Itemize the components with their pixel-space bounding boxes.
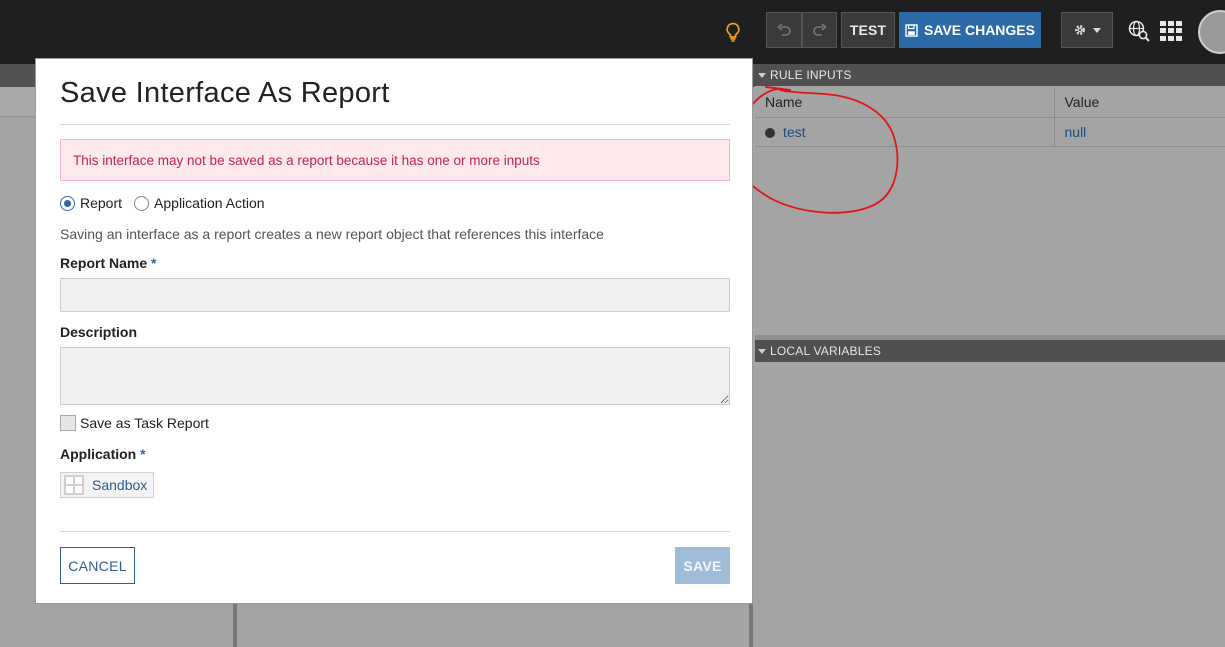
dialog-title: Save Interface As Report (60, 77, 390, 109)
report-radio-label[interactable]: Report (80, 195, 122, 211)
save-changes-button[interactable]: SAVE CHANGES (899, 12, 1041, 48)
description-label: Description (60, 324, 138, 340)
local-variables-title: LOCAL VARIABLES (770, 344, 882, 358)
caret-down-icon (1093, 27, 1101, 33)
column-header-value: Value (1053, 88, 1225, 118)
user-avatar[interactable] (1198, 10, 1225, 54)
report-name-label: Report Name * (60, 255, 157, 271)
application-action-radio[interactable] (134, 195, 150, 211)
globe-search-icon[interactable] (1128, 20, 1150, 42)
local-variables-header[interactable]: LOCAL VARIABLES (755, 340, 1225, 362)
undo-icon (777, 23, 791, 36)
cancel-button[interactable]: CANCEL (60, 547, 135, 584)
save-type-radio-group: Report Application Action (60, 195, 277, 211)
pane-divider[interactable] (749, 600, 753, 647)
help-text: Saving an interface as a report creates … (60, 226, 604, 242)
lightbulb-icon[interactable] (724, 22, 742, 42)
task-report-checkbox[interactable] (60, 415, 76, 431)
pane-divider[interactable] (233, 600, 237, 647)
rule-inputs-header[interactable]: RULE INPUTS (755, 64, 1225, 86)
divider (60, 531, 730, 532)
task-report-label[interactable]: Save as Task Report (80, 415, 209, 431)
input-bullet-icon (765, 127, 775, 138)
error-alert: This interface may not be saved as a rep… (60, 139, 730, 181)
test-button-label: TEST (849, 22, 887, 38)
save-changes-label: SAVE CHANGES (924, 22, 1035, 38)
required-marker: * (151, 255, 157, 271)
save-button[interactable]: SAVE (675, 547, 730, 584)
description-textarea[interactable] (60, 347, 730, 405)
redo-button[interactable] (802, 12, 837, 48)
rule-input-value[interactable]: null (1065, 124, 1087, 140)
top-toolbar: TEST SAVE CHANGES (0, 0, 1225, 64)
test-button[interactable]: TEST (841, 12, 895, 48)
report-radio[interactable] (60, 195, 75, 211)
application-name[interactable]: Sandbox (92, 477, 147, 493)
divider (60, 124, 730, 125)
application-chip[interactable]: Sandbox (60, 472, 155, 498)
report-name-input[interactable] (60, 278, 730, 312)
application-icon (64, 475, 84, 495)
rule-inputs-table: Name Value test null (755, 88, 1225, 147)
collapse-triangle-icon (758, 72, 766, 78)
rule-inputs-title: RULE INPUTS (770, 68, 852, 82)
collapse-triangle-icon (758, 348, 766, 354)
task-report-checkbox-row[interactable]: Save as Task Report (60, 415, 209, 431)
error-message: This interface may not be saved as a rep… (73, 152, 540, 168)
app-launcher-grid-icon[interactable] (1160, 21, 1184, 41)
undo-button[interactable] (766, 12, 802, 48)
application-label: Application * (60, 446, 146, 462)
redo-icon (812, 23, 827, 36)
table-row[interactable]: test null (755, 117, 1225, 147)
required-marker: * (140, 446, 146, 462)
rule-input-name[interactable]: test (783, 124, 806, 140)
application-action-radio-label[interactable]: Application Action (154, 195, 265, 211)
column-header-name: Name (755, 88, 1054, 118)
save-as-report-dialog: Save Interface As Report This interface … (35, 58, 753, 604)
settings-menu-button[interactable] (1061, 12, 1113, 48)
gear-icon (1075, 25, 1085, 35)
floppy-disk-icon (905, 23, 918, 37)
left-pane-header (0, 87, 36, 117)
